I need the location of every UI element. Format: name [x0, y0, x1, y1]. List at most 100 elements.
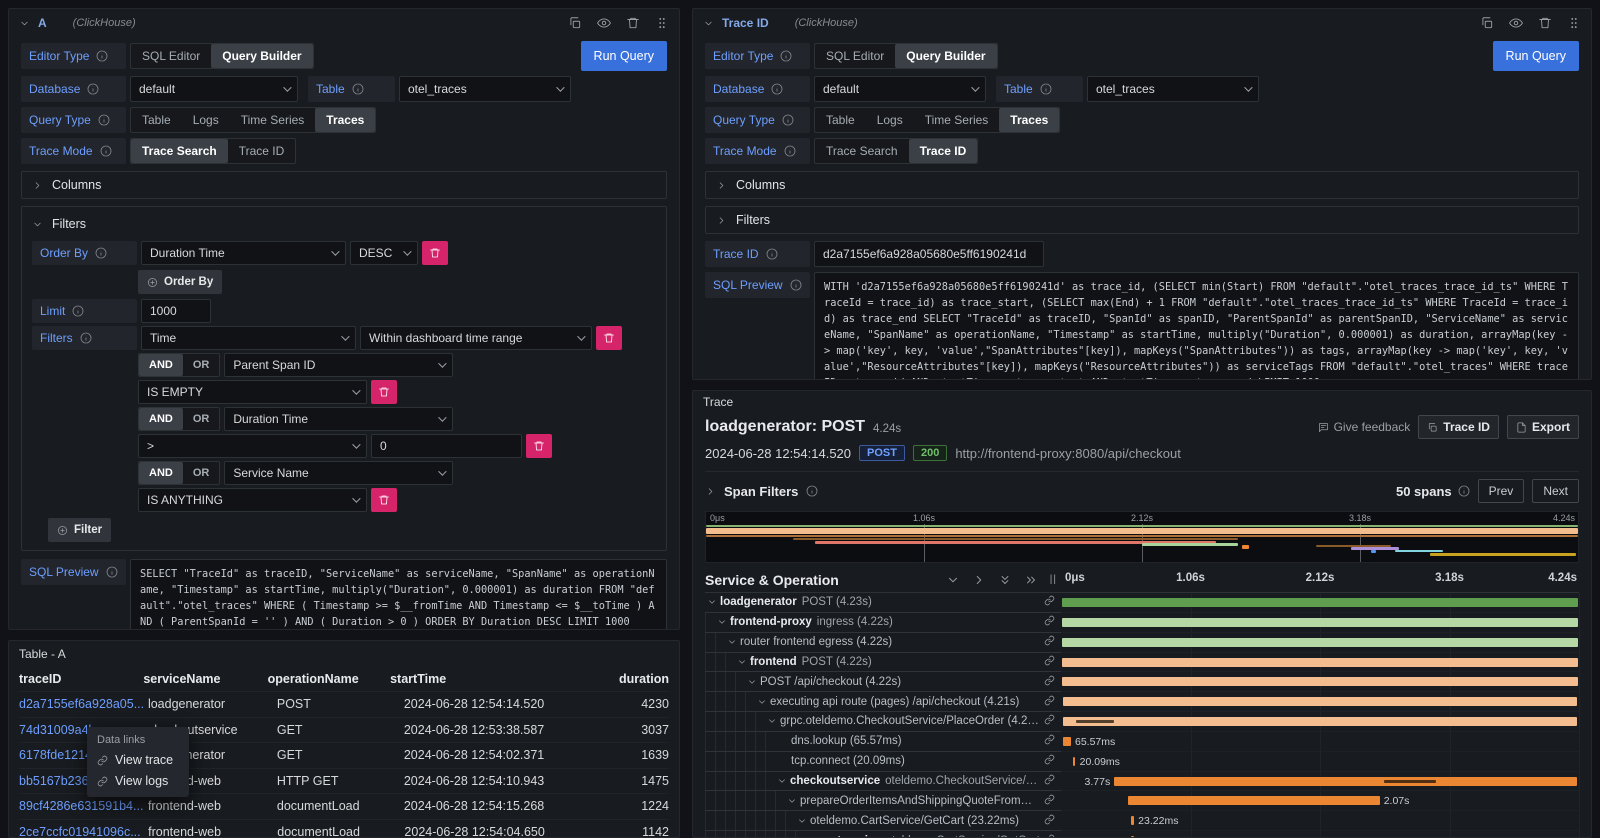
info-icon[interactable] — [780, 50, 792, 62]
filters-section-header[interactable]: Filters — [32, 213, 656, 235]
or-option[interactable]: OR — [183, 354, 220, 376]
span-row[interactable]: POST /api/checkout (4.22s) — [705, 672, 1579, 692]
filter-field-select[interactable]: Parent Span ID — [224, 353, 453, 377]
span-timeline-cell[interactable]: 23.22ms — [1061, 811, 1579, 831]
span-row[interactable]: frontendPOST (4.22s) — [705, 653, 1579, 673]
next-button[interactable]: Next — [1532, 479, 1579, 503]
info-icon[interactable] — [80, 332, 92, 344]
trace-minimap[interactable]: 0μs1.06s2.12s3.18s4.24s — [705, 511, 1579, 563]
trace-id-button[interactable]: Trace ID — [1418, 415, 1499, 439]
time-filter-field-select[interactable]: Time — [141, 326, 356, 350]
span-link[interactable] — [1040, 613, 1059, 631]
link-icon[interactable] — [1044, 794, 1055, 805]
give-feedback-link[interactable]: Give feedback — [1318, 420, 1411, 434]
span-timeline-cell[interactable] — [1061, 593, 1579, 613]
span-name-cell[interactable]: prepareOrderItemsAndShippingQuoteFromCar… — [705, 791, 1061, 811]
span-bar[interactable] — [1073, 757, 1076, 766]
span-link[interactable] — [1040, 812, 1059, 830]
query-type-table[interactable]: Table — [815, 108, 866, 132]
and-option[interactable]: AND — [139, 354, 183, 376]
add-filter-button[interactable]: Filter — [48, 518, 111, 542]
span-name-cell[interactable]: frontend-proxyingress (4.22s) — [705, 613, 1061, 633]
trash-icon[interactable] — [626, 16, 640, 30]
chevron-down-icon[interactable] — [797, 816, 807, 826]
sql-editor-option[interactable]: SQL Editor — [131, 44, 211, 68]
span-row[interactable]: tcp.connect (20.09ms)20.09ms — [705, 752, 1579, 772]
link-icon[interactable] — [1044, 774, 1055, 785]
info-icon[interactable] — [87, 83, 99, 95]
table-select[interactable]: otel_traces — [399, 76, 571, 102]
span-name-cell[interactable]: loadgeneratorPOST (4.23s) — [705, 593, 1061, 613]
filter-value-input[interactable] — [371, 434, 522, 458]
chevrons-right-icon[interactable] — [1024, 573, 1038, 587]
trace-id-link[interactable]: 89cf4286e631591b4... — [19, 799, 148, 813]
trace-id-link[interactable]: d2a7155ef6a928a05... — [19, 697, 148, 711]
query-type-timeseries[interactable]: Time Series — [230, 108, 316, 132]
span-timeline-cell[interactable] — [1061, 712, 1579, 732]
span-bar[interactable] — [1063, 737, 1071, 746]
order-by-field-select[interactable]: Duration Time — [141, 241, 346, 265]
col-traceid[interactable]: traceID — [19, 672, 143, 686]
database-select[interactable]: default — [814, 76, 986, 102]
info-icon[interactable] — [72, 305, 84, 317]
columns-section[interactable]: Columns — [21, 171, 667, 199]
chevron-down-icon[interactable] — [747, 677, 757, 687]
span-link[interactable] — [1040, 752, 1059, 770]
remove-filter-button[interactable] — [371, 488, 397, 512]
span-row[interactable]: executing api route (pages) /api/checkou… — [705, 692, 1579, 712]
chevron-down-icon[interactable] — [737, 657, 747, 667]
filter-field-select[interactable]: Duration Time — [224, 407, 453, 431]
span-timeline-cell[interactable] — [1061, 613, 1579, 633]
info-icon[interactable] — [766, 248, 778, 260]
span-row[interactable]: dns.lookup (65.57ms)65.57ms — [705, 732, 1579, 752]
view-trace-link[interactable]: View trace — [97, 753, 179, 767]
panel-title[interactable]: A — [38, 16, 47, 30]
span-link[interactable] — [1040, 712, 1059, 730]
time-filter-op-select[interactable]: Within dashboard time range — [360, 326, 592, 350]
copy-icon[interactable] — [568, 16, 582, 30]
link-icon[interactable] — [1044, 615, 1055, 626]
or-option[interactable]: OR — [183, 408, 220, 430]
link-icon[interactable] — [1044, 734, 1055, 745]
chevron-down-icon[interactable] — [777, 776, 787, 786]
link-icon[interactable] — [1044, 814, 1055, 825]
chevrons-down-icon[interactable] — [998, 573, 1012, 587]
col-starttime[interactable]: startTime — [390, 672, 619, 686]
eye-icon[interactable] — [1509, 16, 1523, 30]
span-timeline-cell[interactable] — [1061, 672, 1579, 692]
trace-id-option[interactable]: Trace ID — [228, 139, 296, 163]
remove-filter-button[interactable] — [526, 434, 552, 458]
trace-id-option[interactable]: Trace ID — [909, 139, 978, 163]
span-name-cell[interactable]: frontendPOST (4.22s) — [705, 653, 1061, 673]
col-servicename[interactable]: serviceName — [143, 672, 267, 686]
filter-op-select[interactable]: IS EMPTY — [138, 380, 367, 404]
chevron-down-icon[interactable] — [757, 697, 767, 707]
span-timeline-cell[interactable] — [1061, 633, 1579, 653]
info-icon[interactable] — [790, 279, 802, 291]
chevron-down-icon[interactable] — [946, 573, 960, 587]
span-name-cell[interactable]: checkoutserviceoteldemo.CheckoutService/… — [705, 772, 1061, 792]
link-icon[interactable] — [1044, 834, 1055, 838]
panel-title[interactable]: Trace ID — [722, 16, 769, 30]
link-icon[interactable] — [1044, 675, 1055, 686]
database-select[interactable]: default — [130, 76, 298, 102]
info-icon[interactable] — [806, 485, 818, 497]
query-builder-option[interactable]: Query Builder — [211, 44, 312, 68]
span-name-cell[interactable]: tcp.connect (20.09ms) — [705, 752, 1061, 772]
chevron-down-icon[interactable] — [703, 18, 714, 29]
span-bar[interactable] — [1062, 677, 1578, 686]
span-name-cell[interactable]: cartserviceoteldemo.CartService/GetCart — [705, 831, 1061, 838]
link-icon[interactable] — [1044, 655, 1055, 666]
span-timeline-cell[interactable] — [1061, 653, 1579, 673]
link-icon[interactable] — [1044, 635, 1055, 646]
chevron-down-icon[interactable] — [707, 597, 717, 607]
filters-section[interactable]: Filters — [705, 206, 1579, 234]
span-link[interactable] — [1040, 673, 1059, 691]
query-builder-option[interactable]: Query Builder — [895, 44, 996, 68]
remove-order-by-button[interactable] — [422, 241, 448, 265]
span-timeline-cell[interactable] — [1061, 831, 1579, 838]
span-link[interactable] — [1040, 832, 1059, 838]
eye-icon[interactable] — [597, 16, 611, 30]
query-type-logs[interactable]: Logs — [866, 108, 914, 132]
limit-input[interactable] — [141, 299, 211, 323]
